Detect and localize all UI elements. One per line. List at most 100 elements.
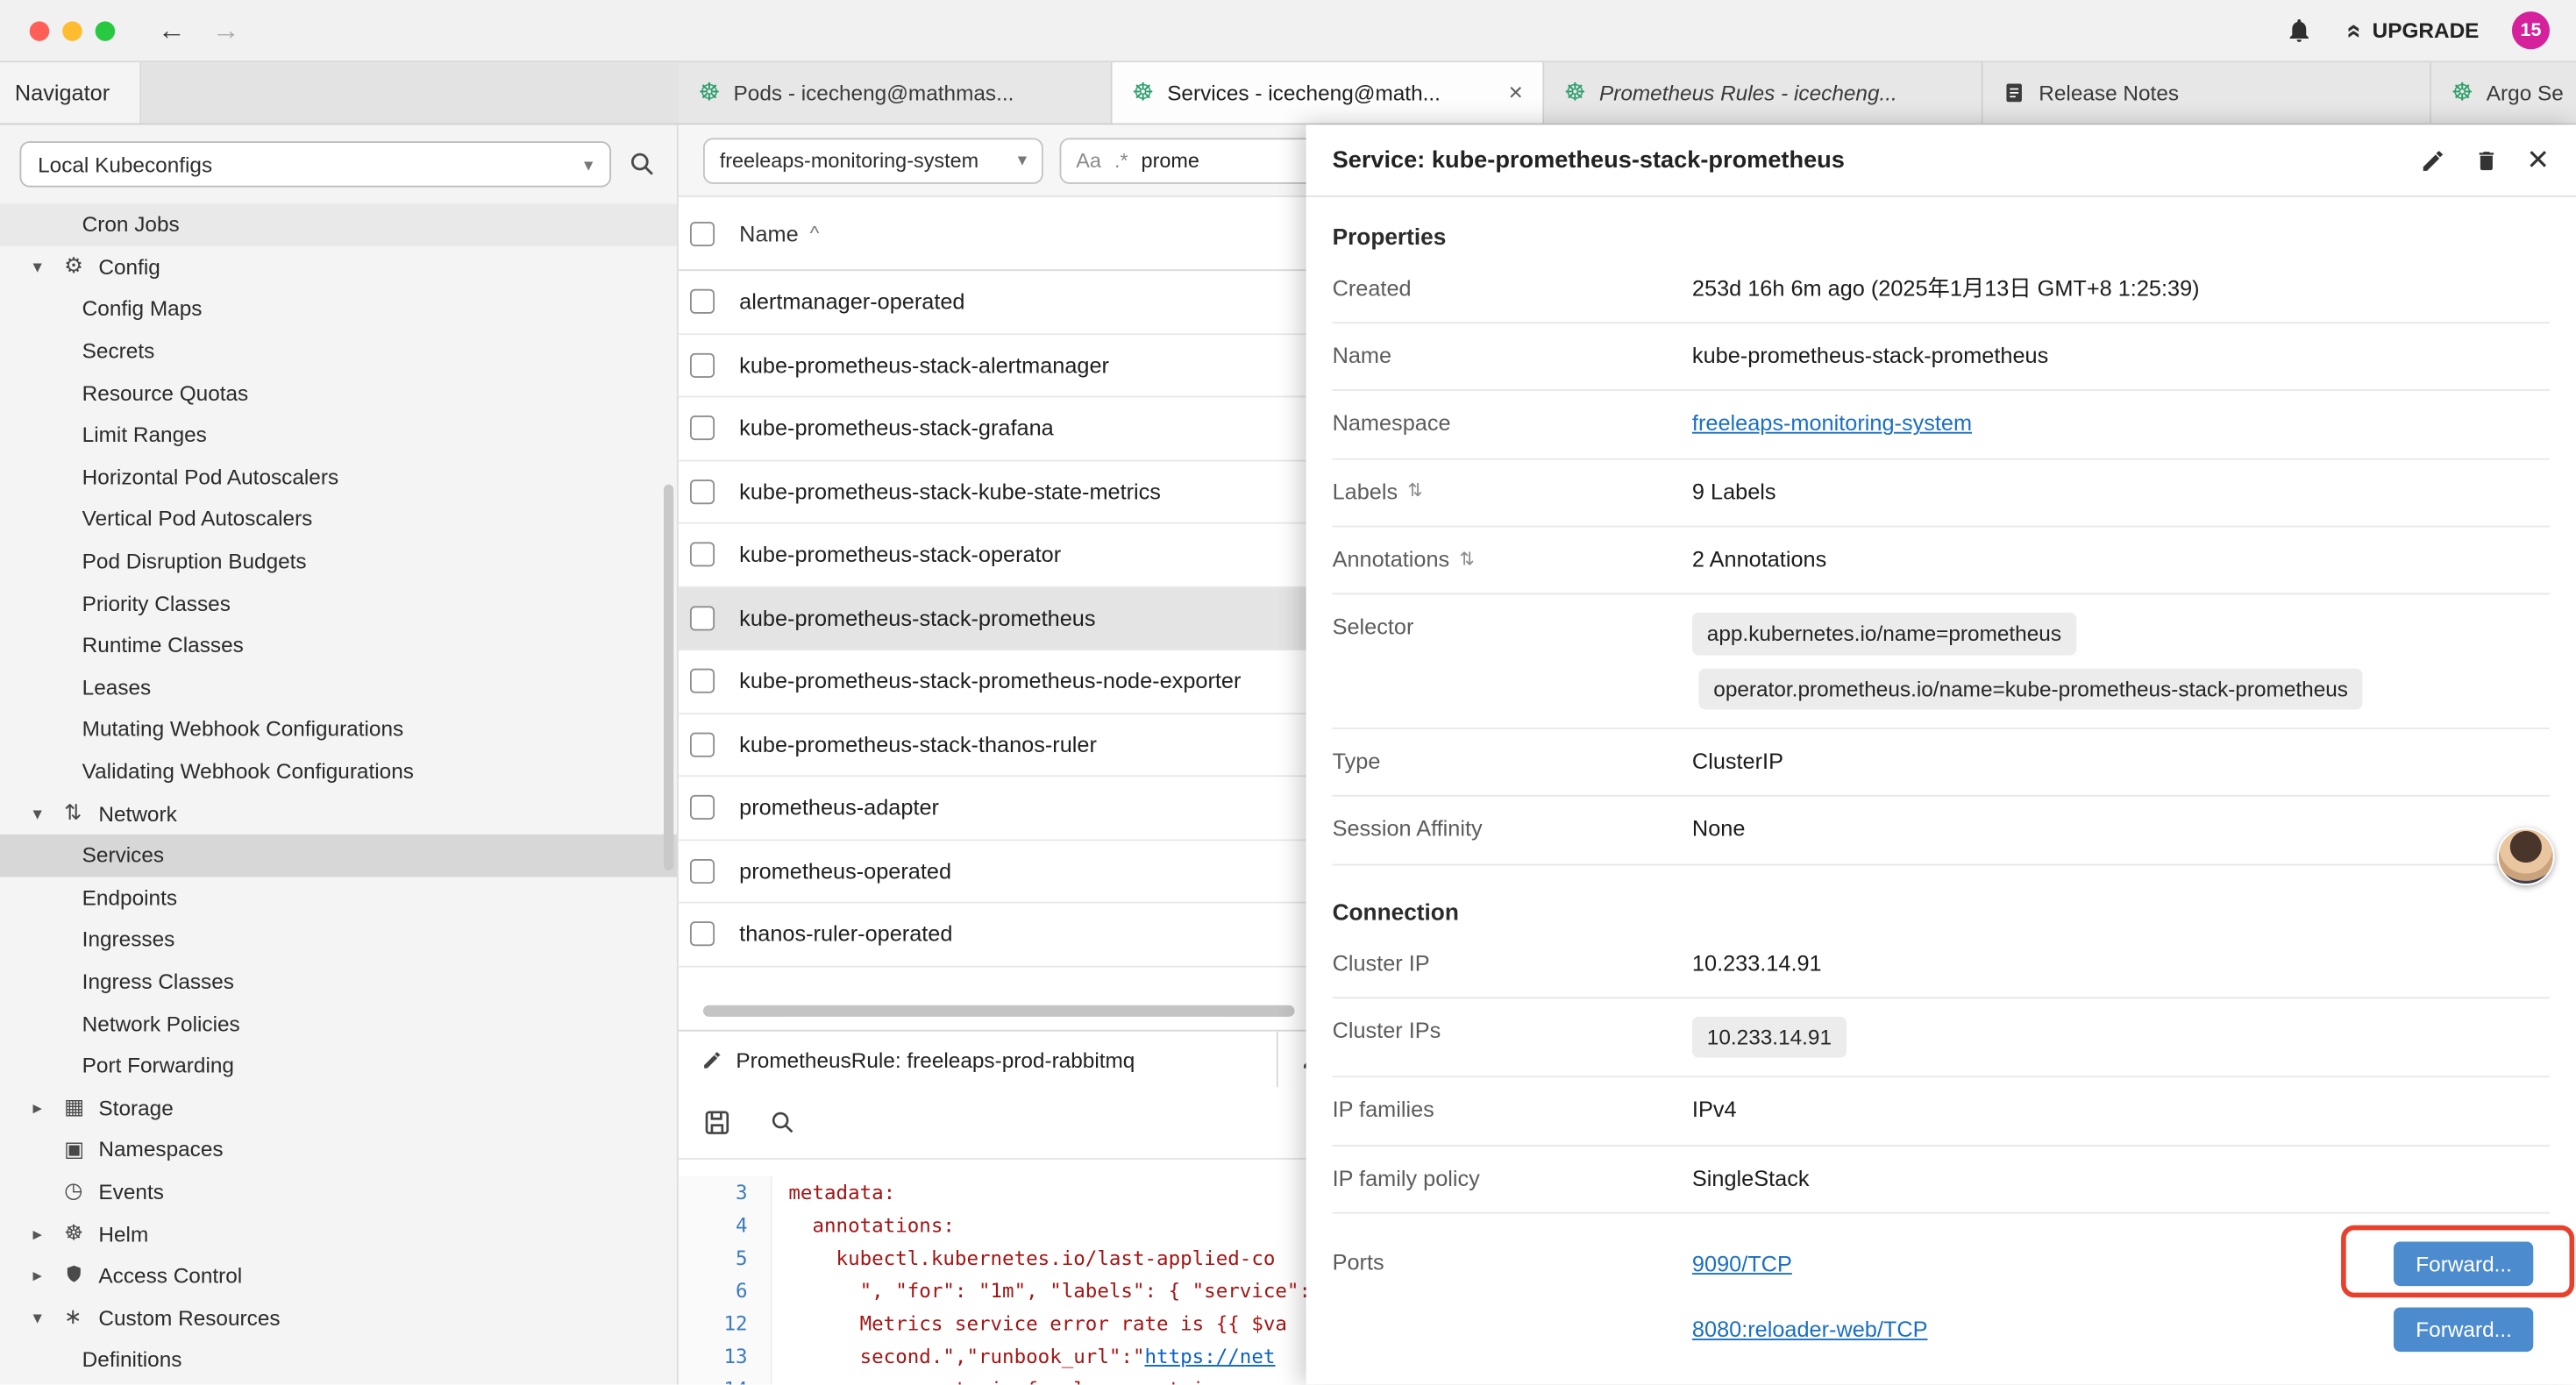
name-column-header[interactable]: Name <box>739 221 798 245</box>
sidebar-item-storage[interactable]: ▸▦Storage <box>0 1086 677 1128</box>
sidebar-item-definitions[interactable]: Definitions <box>0 1339 677 1381</box>
expand-arrows-icon[interactable]: ⇅ <box>1407 480 1422 505</box>
row-checkbox[interactable] <box>690 416 715 441</box>
upgrade-button[interactable]: « UPGRADE <box>2346 16 2480 46</box>
chevron-down-icon[interactable]: ▾ <box>32 256 64 277</box>
sidebar-item-priority-classes[interactable]: Priority Classes <box>0 582 677 624</box>
sidebar-scrollbar[interactable] <box>664 485 673 870</box>
chevron-down-icon[interactable]: ▾ <box>32 1307 64 1328</box>
sidebar-item-validating-webhook-configurations[interactable]: Validating Webhook Configurations <box>0 750 677 792</box>
sidebar-item-custom-resources[interactable]: ▾∗Custom Resources <box>0 1296 677 1339</box>
window-controls <box>30 20 115 39</box>
minimize-window-button[interactable] <box>62 20 82 39</box>
detail-row-name: Name kube-prometheus-stack-prometheus <box>1333 324 2550 392</box>
chevron-right-icon[interactable]: ▸ <box>32 1265 64 1286</box>
row-checkbox[interactable] <box>690 479 715 504</box>
row-checkbox[interactable] <box>690 858 715 883</box>
sort-asc-icon[interactable]: ^ <box>810 222 820 245</box>
sidebar-item-label: Access Control <box>98 1263 242 1288</box>
search-input[interactable]: Aa .* prome <box>1060 137 1331 182</box>
notifications-icon[interactable] <box>2285 17 2313 45</box>
sidebar-item-label: Pod Disruption Budgets <box>82 549 307 573</box>
namespace-filter-select[interactable]: freeleaps-monitoring-system ▾ <box>703 137 1043 182</box>
kubernetes-icon: ☸ <box>698 81 720 105</box>
row-checkbox[interactable] <box>690 289 715 314</box>
back-icon[interactable]: ← <box>158 17 186 45</box>
sidebar-item-cron-jobs[interactable]: Cron Jobs <box>0 203 677 245</box>
sidebar-item-network-policies[interactable]: Network Policies <box>0 1002 677 1044</box>
section-heading-connection: Connection <box>1333 898 2550 924</box>
sidebar-item-events[interactable]: ◷Events <box>0 1170 677 1212</box>
match-case-toggle[interactable]: Aa <box>1076 149 1101 172</box>
tab-argo[interactable]: ☸ Argo Se <box>2431 62 2576 123</box>
sidebar-item-secrets[interactable]: Secrets <box>0 330 677 372</box>
sidebar-item-port-forwarding[interactable]: Port Forwarding <box>0 1044 677 1086</box>
row-checkbox[interactable] <box>690 606 715 630</box>
network-icon: ⇅ <box>64 800 98 827</box>
horizontal-scrollbar[interactable] <box>703 1005 1295 1017</box>
kubernetes-icon: ☸ <box>2451 81 2473 105</box>
section-heading-properties: Properties <box>1333 224 2550 250</box>
close-icon[interactable]: ✕ <box>2526 146 2550 174</box>
close-window-button[interactable] <box>30 20 49 39</box>
edit-icon[interactable] <box>2420 147 2446 174</box>
sidebar-item-services[interactable]: Services <box>0 835 677 877</box>
avatar[interactable] <box>2497 827 2555 885</box>
sidebar-item-namespaces[interactable]: ▣Namespaces <box>0 1128 677 1170</box>
expand-arrows-icon[interactable]: ⇅ <box>1459 548 1474 572</box>
search-icon[interactable] <box>769 1109 797 1137</box>
sidebar-item-mutating-webhook-configurations[interactable]: Mutating Webhook Configurations <box>0 708 677 750</box>
sidebar-item-label: Network Policies <box>82 1011 240 1035</box>
sidebar-item-config[interactable]: ▾⚙Config <box>0 245 677 288</box>
row-checkbox[interactable] <box>690 795 715 820</box>
save-icon[interactable] <box>701 1107 733 1139</box>
sidebar-item-resource-quotas[interactable]: Resource Quotas <box>0 372 677 414</box>
forward-button[interactable]: Forward... <box>2395 1308 2533 1353</box>
sidebar-item-horizontal-pod-autoscalers[interactable]: Horizontal Pod Autoscalers <box>0 456 677 498</box>
row-checkbox[interactable] <box>690 543 715 567</box>
row-checkbox[interactable] <box>690 922 715 947</box>
row-checkbox[interactable] <box>690 732 715 756</box>
tab-pods[interactable]: ☸ Pods - icecheng@mathmas... <box>679 62 1113 123</box>
regex-toggle[interactable]: .* <box>1114 149 1128 172</box>
search-icon[interactable] <box>628 150 658 180</box>
select-all-checkbox[interactable] <box>690 221 715 245</box>
sidebar-item-endpoints[interactable]: Endpoints <box>0 877 677 919</box>
detail-row-created: Created 253d 16h 6m ago (2025年1月13日 GMT+… <box>1333 256 2550 323</box>
chevron-right-icon[interactable]: ▸ <box>32 1097 64 1118</box>
tab-services[interactable]: ☸ Services - icecheng@math... × <box>1113 62 1545 123</box>
tab-prometheus-rules[interactable]: ☸ Prometheus Rules - icecheng... <box>1544 62 1982 123</box>
sidebar-item-pod-disruption-budgets[interactable]: Pod Disruption Budgets <box>0 540 677 582</box>
notification-count-badge[interactable]: 15 <box>2512 11 2550 49</box>
sidebar-item-helm[interactable]: ▸☸Helm <box>0 1212 677 1254</box>
sidebar-item-label: Horizontal Pod Autoscalers <box>82 465 338 489</box>
double-chevron-up-icon: « <box>2338 23 2368 38</box>
forward-button[interactable]: Forward... <box>2395 1242 2533 1287</box>
row-checkbox[interactable] <box>690 669 715 693</box>
chevron-right-icon[interactable]: ▸ <box>32 1223 64 1244</box>
kubeconfig-selector[interactable]: Local Kubeconfigs ▾ <box>19 141 611 187</box>
port-link-9090[interactable]: 9090/TCP <box>1692 1249 1792 1279</box>
close-tab-icon[interactable]: × <box>1509 79 1523 107</box>
sidebar-item-ingress-classes[interactable]: Ingress Classes <box>0 961 677 1003</box>
gear-icon: ⚙ <box>64 253 98 280</box>
tab-release-notes[interactable]: Release Notes <box>1983 62 2432 123</box>
chevron-down-icon[interactable]: ▾ <box>32 803 64 824</box>
sidebar-item-access-control[interactable]: ▸ Access Control <box>0 1254 677 1296</box>
sidebar-item-network[interactable]: ▾⇅Network <box>0 792 677 835</box>
sidebar-item-config-maps[interactable]: Config Maps <box>0 288 677 330</box>
upgrade-label: UPGRADE <box>2373 18 2480 43</box>
sidebar-item-ingresses[interactable]: Ingresses <box>0 919 677 961</box>
row-checkbox[interactable] <box>690 352 715 377</box>
namespace-link[interactable]: freeleaps-monitoring-system <box>1692 411 1972 436</box>
sidebar-item-vertical-pod-autoscalers[interactable]: Vertical Pod Autoscalers <box>0 498 677 540</box>
sidebar-item-limit-ranges[interactable]: Limit Ranges <box>0 414 677 456</box>
sidebar-item-label: Ingresses <box>82 927 175 952</box>
sidebar-item-leases[interactable]: Leases <box>0 666 677 708</box>
port-link-8080[interactable]: 8080:reloader-web/TCP <box>1692 1315 1928 1345</box>
sidebar-item-runtime-classes[interactable]: Runtime Classes <box>0 624 677 666</box>
forward-icon[interactable]: → <box>212 17 240 45</box>
delete-icon[interactable] <box>2473 147 2498 174</box>
zoom-window-button[interactable] <box>96 20 115 39</box>
dock-tab-prometheusrule[interactable]: PrometheusRule: freeleaps-prod-rabbitmq <box>679 1032 1278 1088</box>
